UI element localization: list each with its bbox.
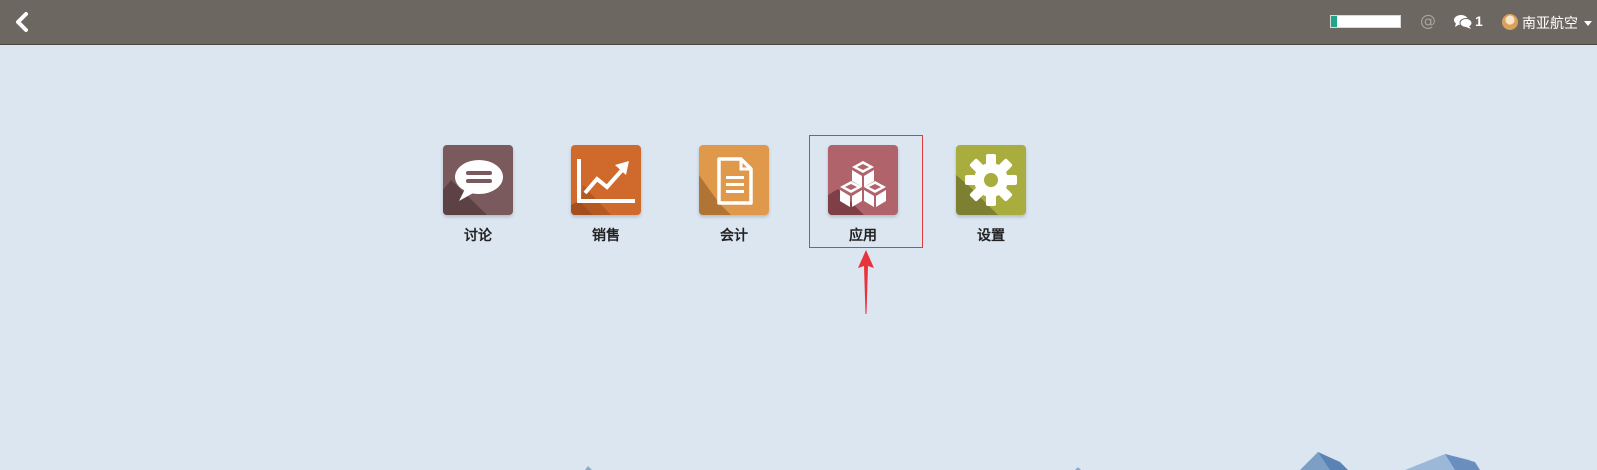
mountain-decoration — [585, 452, 1480, 470]
